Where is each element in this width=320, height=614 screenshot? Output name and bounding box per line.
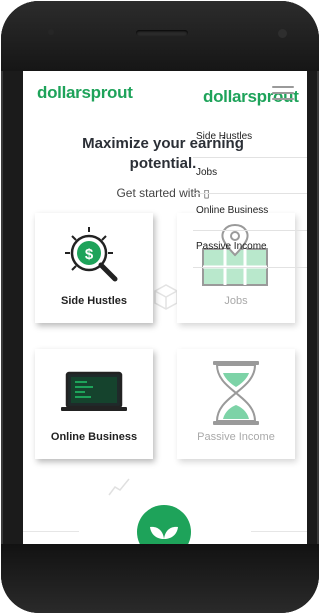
card-label: Side Hustles — [60, 295, 128, 307]
money-magnifier-icon: $ — [65, 227, 118, 282]
menu-item-jobs[interactable]: Jobs — [196, 167, 217, 178]
svg-text:$: $ — [85, 246, 94, 263]
background-chart-icon — [108, 478, 130, 496]
logo-text: dollarsprout — [37, 83, 133, 102]
menu-divider — [193, 193, 307, 194]
menu-item-passive-income[interactable]: Passive Income — [196, 241, 267, 252]
sprout-leaves-icon — [150, 526, 178, 539]
earpiece-speaker — [136, 30, 188, 36]
phone-top-bezel — [1, 1, 319, 71]
menu-divider — [193, 230, 307, 231]
phone-screen: dollarsprout dollarsprout Maximize your … — [23, 71, 307, 545]
card-label: Passive Income — [197, 431, 275, 443]
phone-frame: dollarsprout dollarsprout Maximize your … — [1, 1, 319, 613]
hero-subtitle-text: Get started with — [116, 186, 201, 200]
proximity-sensor — [48, 29, 54, 35]
card-online-business[interactable]: Online Business — [35, 349, 153, 459]
site-logo[interactable]: dollarsprout — [37, 83, 133, 103]
card-label: Online Business — [50, 431, 138, 443]
divider-line-left — [23, 531, 79, 532]
menu-divider — [193, 157, 307, 158]
card-passive-income[interactable]: Passive Income — [177, 349, 295, 459]
card-side-hustles[interactable]: $ Side Hustles — [35, 213, 153, 323]
menu-item-side-hustles[interactable]: Side Hustles — [196, 131, 252, 142]
menu-item-online-business[interactable]: Online Business — [196, 205, 268, 216]
front-camera — [278, 29, 287, 38]
hourglass-icon — [213, 361, 259, 425]
divider-line-right — [251, 531, 307, 532]
dropdown-menu: Side Hustles Jobs Online Business Passiv… — [193, 121, 307, 269]
card-label: Jobs — [224, 295, 248, 307]
laptop-icon — [61, 371, 127, 411]
menu-divider — [193, 267, 307, 268]
sprout-badge — [137, 505, 191, 545]
phone-bottom-bezel — [1, 544, 319, 613]
hamburger-menu-icon[interactable] — [272, 86, 294, 100]
